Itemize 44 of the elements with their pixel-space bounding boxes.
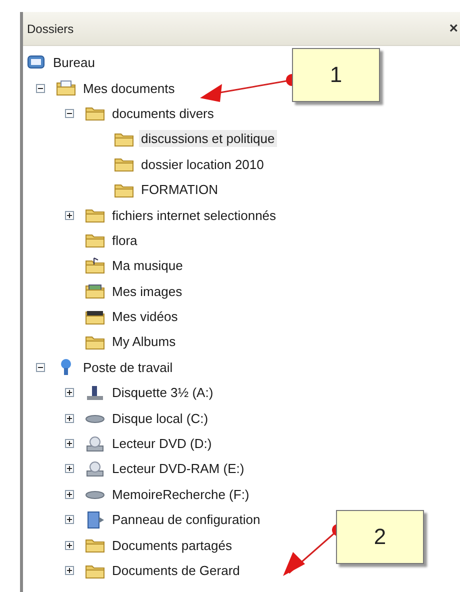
panel-title: Dossiers	[27, 22, 74, 36]
tree-item[interactable]: FORMATION	[139, 181, 220, 198]
tree-item[interactable]: Lecteur DVD (D:)	[110, 435, 214, 452]
tree-item[interactable]: documents divers	[110, 104, 216, 122]
tree-item[interactable]: Documents partagés	[110, 536, 234, 554]
tree-item[interactable]: Ma musique	[110, 257, 185, 274]
expand-toggle[interactable]	[65, 490, 74, 499]
tree-item[interactable]: Mes documents	[81, 80, 177, 97]
expand-toggle[interactable]	[65, 515, 74, 524]
tree-item[interactable]: Poste de travail	[81, 358, 175, 376]
tree-item[interactable]: discussions et politique	[139, 130, 277, 148]
expand-toggle[interactable]	[65, 540, 74, 550]
collapse-toggle[interactable]	[36, 84, 45, 93]
tree-item[interactable]: Mes vidéos	[110, 308, 180, 326]
callout-label: 1	[292, 48, 380, 102]
tree-item[interactable]: Disquette 3½ (A:)	[110, 384, 216, 402]
tree-item[interactable]: Lecteur DVD-RAM (E:)	[110, 460, 246, 478]
tree-item[interactable]: Documents de Gerard	[110, 562, 242, 579]
expand-toggle[interactable]	[65, 464, 74, 474]
collapse-toggle[interactable]	[36, 362, 45, 372]
optical-drive-icon	[85, 434, 105, 453]
tree-item[interactable]: Mes images	[110, 282, 184, 300]
collapse-toggle[interactable]	[65, 108, 74, 118]
tree-item[interactable]: flora	[110, 232, 140, 249]
expand-toggle[interactable]	[65, 566, 74, 575]
control-panel-icon	[85, 510, 105, 529]
tree-item[interactable]: Bureau	[51, 54, 97, 72]
floppy-drive-icon	[85, 384, 105, 402]
tree-item[interactable]: My Albums	[110, 333, 178, 350]
music-folder-icon	[85, 256, 105, 275]
expand-toggle[interactable]	[65, 210, 74, 220]
pictures-folder-icon	[85, 282, 105, 300]
callout-label: 2	[336, 510, 424, 564]
tree-item[interactable]: dossier location 2010	[139, 156, 266, 173]
tree-item[interactable]: fichiers internet selectionnés	[110, 206, 278, 224]
expand-toggle[interactable]	[65, 439, 74, 448]
expand-toggle[interactable]	[65, 414, 74, 423]
optical-drive-icon	[85, 460, 105, 478]
tree-item[interactable]: Panneau de configuration	[110, 511, 262, 528]
document-folder-icon	[56, 79, 76, 98]
tree-item[interactable]: Disque local (C:)	[110, 410, 210, 427]
expand-toggle[interactable]	[65, 388, 74, 398]
close-button[interactable]: ×	[449, 20, 458, 37]
tree-item[interactable]: MemoireRecherche (F:)	[110, 486, 252, 503]
